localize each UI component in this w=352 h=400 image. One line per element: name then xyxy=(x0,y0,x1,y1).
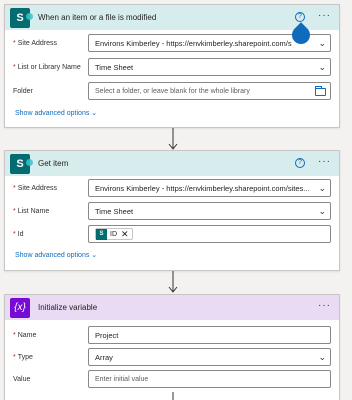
folder-placeholder: Select a folder, or leave blank for the … xyxy=(95,87,250,95)
chevron-down-icon[interactable]: ⌄ xyxy=(318,183,326,194)
show-advanced-options-link[interactable]: Show advanced options ⌄ xyxy=(15,109,97,117)
value-placeholder: Enter initial value xyxy=(95,375,149,383)
sharepoint-icon: S xyxy=(96,228,107,240)
variable-icon: {x} xyxy=(10,297,30,318)
get-item-title: Get item xyxy=(38,159,69,168)
list-library-label: * List or Library Name xyxy=(13,63,81,71)
type-value: Array xyxy=(95,352,113,362)
site-address-select[interactable]: Environs Kimberley - https://envkimberle… xyxy=(88,179,331,197)
chevron-down-icon[interactable]: ⌄ xyxy=(318,352,326,363)
site-address-value: Environs Kimberley - https://envkimberle… xyxy=(95,38,292,48)
name-value: Project xyxy=(95,330,119,340)
initialize-variable-title: Initialize variable xyxy=(38,303,98,312)
list-library-value: Time Sheet xyxy=(95,62,134,72)
value-input[interactable]: Enter initial value xyxy=(88,370,331,388)
id-token-label: ID xyxy=(110,230,117,238)
get-item-card: S Get item ? ··· * Site Address Environs … xyxy=(4,150,340,271)
type-select[interactable]: Array ⌄ xyxy=(88,348,331,366)
get-item-card-header[interactable]: S Get item ? ··· xyxy=(5,151,339,176)
chevron-down-icon: ⌄ xyxy=(91,252,98,259)
id-input[interactable]: S ID ✕ xyxy=(88,225,331,243)
initialize-variable-card: {x} Initialize variable ··· * Name Projec… xyxy=(4,294,340,400)
chevron-down-icon: ⌄ xyxy=(91,110,98,117)
flow-arrow-icon xyxy=(172,392,174,400)
name-input[interactable]: Project xyxy=(88,326,331,344)
chevron-down-icon[interactable]: ⌄ xyxy=(318,38,326,49)
site-address-value: Environs Kimberley - https://envkimberle… xyxy=(95,183,310,193)
name-label: * Name xyxy=(13,331,37,339)
list-name-value: Time Sheet xyxy=(95,206,134,216)
initialize-variable-header[interactable]: {x} Initialize variable ··· xyxy=(5,295,339,320)
id-label: * Id xyxy=(13,230,24,238)
show-advanced-options-link[interactable]: Show advanced options ⌄ xyxy=(15,251,97,259)
folder-icon[interactable] xyxy=(315,86,326,96)
close-icon[interactable]: ✕ xyxy=(121,229,129,239)
list-name-label: * List Name xyxy=(13,207,50,215)
trigger-title: When an item or a file is modified xyxy=(38,13,157,22)
sharepoint-icon: S xyxy=(10,153,33,174)
site-address-label: * Site Address xyxy=(13,39,58,47)
chevron-down-icon[interactable]: ⌄ xyxy=(318,206,326,217)
value-label: Value xyxy=(13,375,31,383)
flow-arrow-icon xyxy=(168,271,178,293)
help-icon[interactable]: ? xyxy=(295,158,305,168)
help-icon[interactable]: ? xyxy=(295,12,305,22)
chevron-down-icon[interactable]: ⌄ xyxy=(318,62,326,73)
trigger-card: S When an item or a file is modified ? ·… xyxy=(4,4,340,128)
flow-arrow-icon xyxy=(168,128,178,150)
list-name-select[interactable]: Time Sheet ⌄ xyxy=(88,202,331,220)
id-token[interactable]: S ID ✕ xyxy=(95,228,133,240)
more-options-icon[interactable]: ··· xyxy=(318,301,331,311)
more-options-icon[interactable]: ··· xyxy=(318,157,331,167)
folder-input[interactable]: Select a folder, or leave blank for the … xyxy=(88,82,331,100)
more-options-icon[interactable]: ··· xyxy=(318,11,331,21)
type-label: * Type xyxy=(13,353,33,361)
trigger-card-header[interactable]: S When an item or a file is modified ? ·… xyxy=(5,5,339,30)
folder-label: Folder xyxy=(13,87,33,95)
sharepoint-icon: S xyxy=(10,7,33,28)
site-address-label: * Site Address xyxy=(13,184,58,192)
list-library-select[interactable]: Time Sheet ⌄ xyxy=(88,58,331,76)
